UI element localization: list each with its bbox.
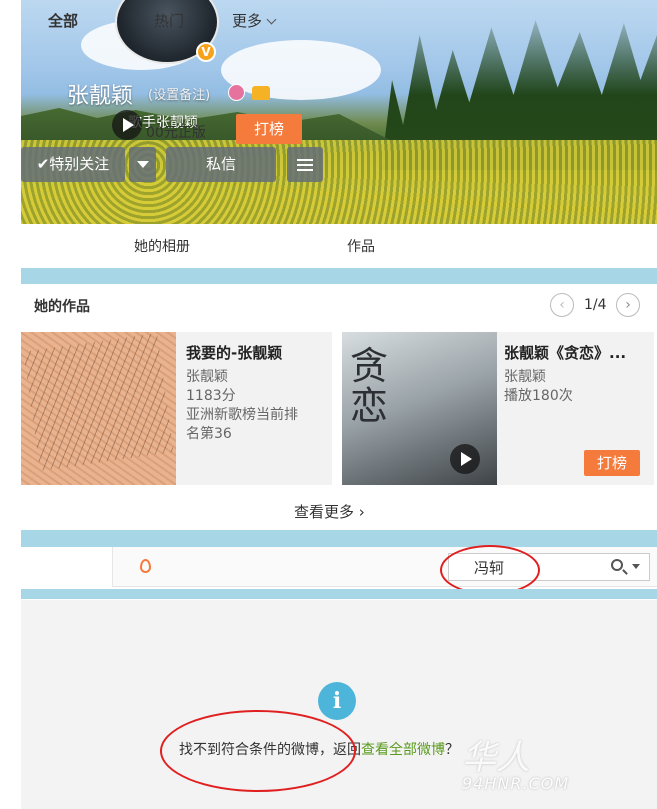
annotation-circle — [160, 710, 356, 792]
fire-icon — [140, 559, 151, 573]
follow-dropdown-button[interactable] — [129, 147, 156, 182]
section-divider — [21, 530, 657, 547]
empty-message-suffix: ？ — [445, 742, 459, 758]
member-badge-icon[interactable] — [228, 84, 245, 101]
work-chart-line: 亚洲新歌榜当前排 — [186, 407, 298, 423]
pager-next-button[interactable]: › — [616, 293, 640, 317]
cover-art-text: 贪恋 — [350, 344, 389, 428]
rank-button[interactable]: 打榜 — [236, 114, 302, 144]
tab-hot[interactable]: 热门 — [154, 10, 184, 31]
work-card[interactable]: 我要的-张靓颖 张靓颖 1183分 亚洲新歌榜当前排 名第36 — [21, 332, 332, 485]
work-chart-line: 名第36 — [186, 426, 232, 442]
verified-badge-icon: V — [196, 42, 216, 62]
work-title[interactable]: 我要的-张靓颖 — [186, 342, 282, 363]
search-icon[interactable] — [611, 559, 623, 571]
see-more-link[interactable]: 查看更多 › — [294, 501, 365, 522]
work-artist: 张靓颖 — [186, 369, 228, 385]
tab-all-bg — [21, 547, 113, 587]
section-divider — [21, 589, 657, 599]
work-card[interactable]: 贪恋 张靓颖《贪恋》... 张靓颖 播放180次 打榜 — [342, 332, 654, 485]
pager-prev-button[interactable]: ‹ — [550, 293, 574, 317]
set-remark-link[interactable]: (设置备注) — [148, 84, 210, 103]
more-menu-button[interactable] — [287, 147, 323, 182]
watermark-url: 94HNR.COM — [462, 774, 570, 793]
watermark-logo: 华人 — [462, 738, 530, 778]
rank-button[interactable]: 打榜 — [584, 450, 640, 476]
profile-tabs: 她的相册 作品 — [21, 224, 657, 268]
album-cover-image[interactable] — [21, 332, 176, 485]
info-icon: i — [318, 682, 356, 720]
tab-album[interactable]: 她的相册 — [134, 236, 190, 256]
pager-indicator: 1/4 — [584, 297, 607, 313]
annotation-circle — [440, 545, 540, 595]
chevron-down-icon — [266, 14, 277, 25]
message-button[interactable]: 私信 — [166, 147, 276, 182]
cloud — [221, 40, 381, 100]
special-follow-button[interactable]: ✔特别关注 — [21, 147, 125, 182]
profile-name: 张靓颖 — [67, 84, 134, 109]
caret-down-icon[interactable] — [632, 564, 640, 569]
section-divider — [21, 268, 657, 284]
work-title[interactable]: 张靓颖《贪恋》... — [504, 342, 626, 363]
view-all-link[interactable]: 查看全部微博 — [361, 742, 445, 758]
tab-more[interactable]: 更多 — [232, 10, 277, 31]
work-score: 1183分 — [186, 388, 236, 404]
work-plays: 播放180次 — [504, 388, 573, 404]
work-artist: 张靓颖 — [504, 369, 546, 385]
tab-more-label: 更多 — [232, 12, 263, 30]
play-icon[interactable] — [450, 444, 480, 474]
hamburger-icon — [297, 158, 313, 171]
tab-works[interactable]: 作品 — [347, 236, 375, 256]
price-label: 00元正版 — [146, 125, 206, 141]
works-title: 她的作品 — [34, 299, 90, 315]
caret-down-icon — [136, 161, 149, 168]
play-icon[interactable] — [112, 110, 142, 140]
crown-badge-icon[interactable] — [252, 86, 270, 100]
tab-all[interactable]: 全部 — [48, 10, 78, 31]
